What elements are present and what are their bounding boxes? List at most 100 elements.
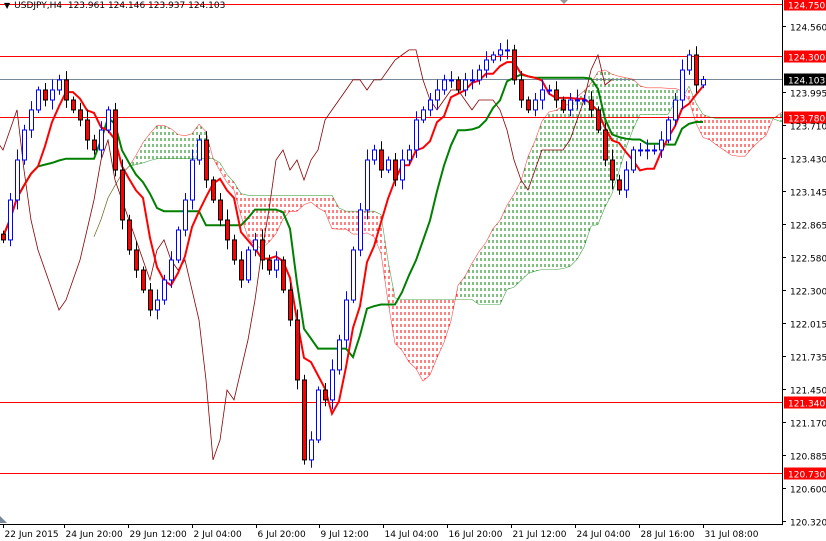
price-tick-label: 123.145 (790, 189, 826, 199)
candle-body (274, 259, 279, 271)
cloud-segment (752, 118, 759, 148)
cloud-segment (745, 118, 752, 157)
candle-body (50, 89, 55, 101)
level-label: 124.300 (788, 54, 825, 64)
candle-body (365, 159, 370, 211)
candle-body (162, 279, 167, 301)
candle-body (218, 199, 223, 221)
candle-body (323, 389, 328, 401)
candle-body (547, 89, 552, 92)
cloud-segment (157, 125, 164, 159)
cloud-segment (528, 140, 535, 274)
cloud-segment (500, 205, 507, 305)
price-tick-label: 121.735 (790, 354, 826, 364)
candle-body (8, 199, 13, 241)
cloud-segment (416, 299, 423, 382)
price-tick-label: 120.600 (790, 486, 826, 496)
cloud-segment (297, 195, 304, 212)
scroll-marker-icon[interactable] (560, 0, 568, 4)
candle-body (337, 339, 342, 371)
candle-body (288, 289, 293, 321)
cloud-segment (423, 299, 430, 382)
cloud-segment (535, 121, 542, 272)
candle-body (617, 179, 622, 191)
candle-body (421, 109, 426, 121)
candle-body (148, 289, 153, 311)
candle-body (239, 259, 244, 281)
cloud-segment (150, 125, 157, 161)
candle-body (197, 139, 202, 161)
candle-body (673, 99, 678, 121)
price-tick-label: 123.995 (790, 90, 826, 100)
candle-body (393, 159, 398, 181)
cloud-segment (479, 242, 486, 305)
symbol-label: USDJPY,H4 (14, 1, 63, 11)
candle-body (442, 79, 447, 91)
candle-body (603, 129, 608, 161)
candle-body (302, 379, 307, 461)
candle-body (260, 239, 265, 261)
candle-body (540, 89, 545, 101)
candle-body (57, 79, 62, 91)
open-value: 123.961 (67, 1, 106, 11)
low-value: 123.937 (148, 1, 186, 11)
candle-body (652, 149, 657, 152)
cloud-segment (409, 299, 416, 369)
time-tick-label: 6 Jul 20:00 (258, 530, 307, 540)
candle-body (568, 99, 573, 111)
cloud-segment (738, 118, 745, 157)
horizontal-levels: 124.750124.300123.780121.340120.730124.1… (0, 0, 826, 481)
candle-body (372, 149, 377, 161)
cloud-segment (311, 195, 318, 208)
candle-body (78, 109, 83, 121)
candle-body (449, 79, 454, 82)
price-tick-label: 123.430 (790, 156, 826, 166)
price-tick-label: 123.710 (790, 123, 826, 133)
cloud-segment (185, 133, 192, 159)
chart-shift-icon[interactable] (0, 516, 7, 523)
senkou-span-b (93, 85, 782, 305)
level-label: 120.730 (788, 471, 825, 481)
candle-body (575, 99, 580, 102)
cloud-segment (325, 195, 332, 229)
cloud-segment (640, 85, 647, 115)
time-tick-label: 24 Jul 04:00 (577, 530, 631, 540)
cloud-segment (654, 87, 661, 115)
cloud-segment (556, 106, 563, 270)
time-tick-label: 28 Jul 16:00 (641, 530, 695, 540)
candle-body (358, 209, 363, 251)
level-label: 121.340 (788, 400, 825, 410)
cloud-segment (731, 118, 738, 157)
candle-body (596, 109, 601, 131)
candle-body (113, 109, 118, 171)
time-tick-label: 22 Jun 2015 (5, 530, 59, 540)
candle-body (463, 79, 468, 91)
cloud-segment (318, 195, 325, 212)
time-tick-label: 21 Jul 12:00 (513, 530, 567, 540)
time-tick-label: 29 Jun 12:00 (130, 530, 187, 540)
price-chart[interactable]: 124.750124.300123.780121.340120.730124.1… (0, 0, 826, 541)
candle-body (512, 49, 517, 81)
cloud-segment (661, 87, 668, 115)
close-value: 124.103 (188, 1, 226, 11)
candle-body (386, 159, 391, 171)
cloud-segment (346, 211, 353, 235)
cloud-segment (339, 207, 346, 230)
candle-body (232, 239, 237, 261)
price-tick-label: 124.560 (790, 24, 826, 34)
candle-body (533, 99, 538, 111)
cloud-segment (444, 299, 451, 343)
candle-body (134, 249, 139, 271)
price-axis: 124.560 123.995 123.710 123.430 123.145 122.8… (782, 24, 826, 529)
candle-body (428, 99, 433, 111)
dropdown-triangle-icon[interactable]: ▼ (4, 1, 10, 10)
candle-body (638, 149, 643, 152)
candle-body (435, 89, 440, 101)
candle-body (176, 229, 181, 261)
candle-body (43, 89, 48, 101)
high-value: 124.146 (107, 1, 146, 11)
current-price-label: 124.103 (788, 77, 825, 87)
candle-body (701, 78, 706, 86)
cloud-segment (507, 194, 514, 290)
candle-body (484, 59, 489, 71)
